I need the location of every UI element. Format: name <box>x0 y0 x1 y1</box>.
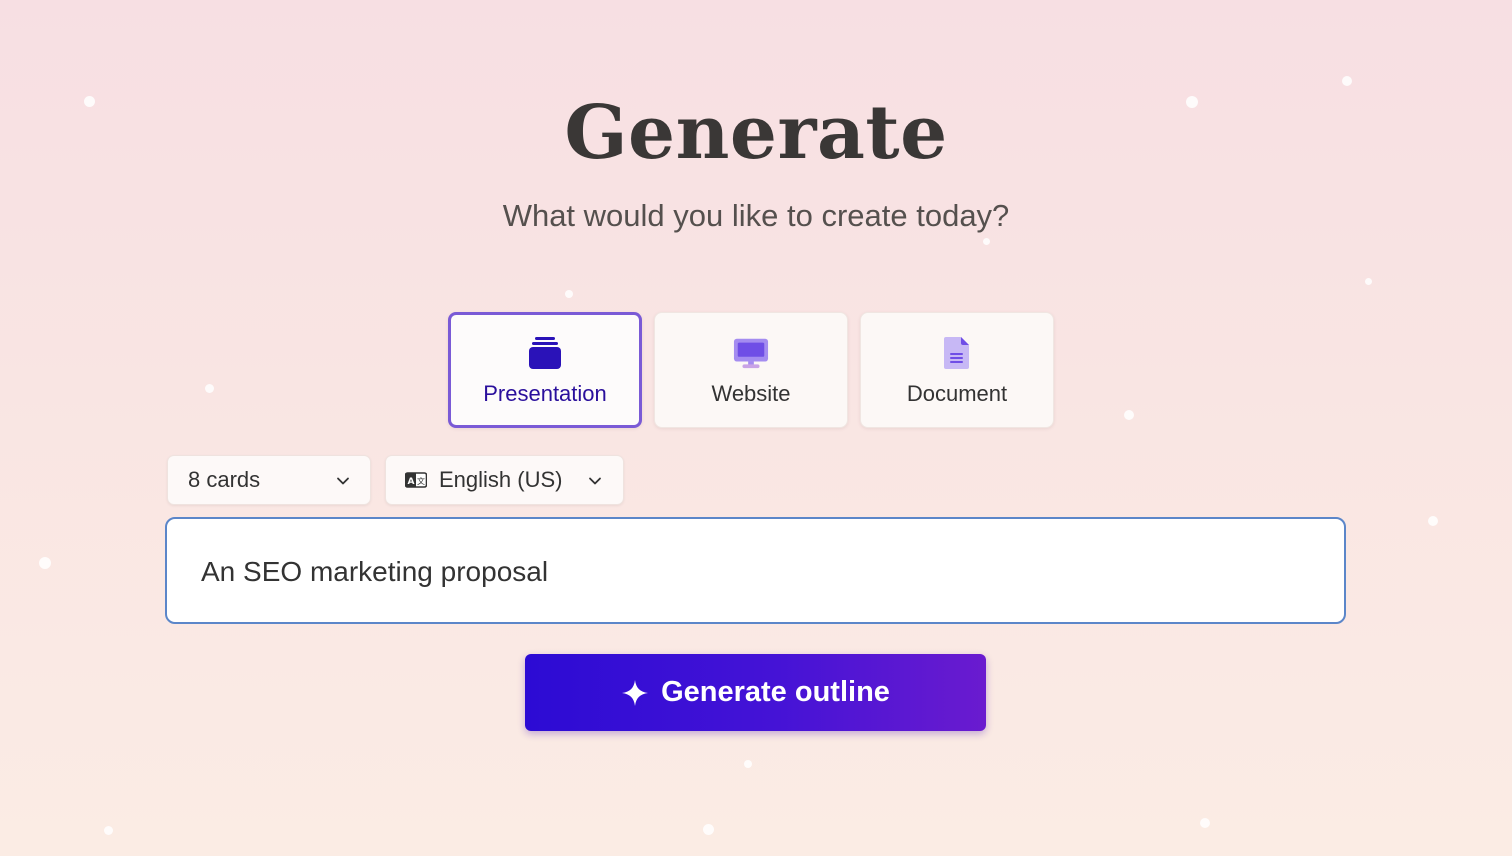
language-icon: A 文 <box>405 472 427 488</box>
background-sparkle <box>1342 76 1352 86</box>
background-sparkle <box>39 557 51 569</box>
document-label: Document <box>906 381 1008 406</box>
sparkle-icon <box>622 679 649 706</box>
card-count-select[interactable]: 8 cards <box>167 455 371 505</box>
background-sparkle <box>1365 278 1372 285</box>
card-count-value: 8 cards <box>188 467 261 492</box>
svg-text:文: 文 <box>417 476 425 486</box>
document-type-card[interactable]: Document <box>860 312 1054 428</box>
prompt-input[interactable] <box>199 547 1303 597</box>
presentation-label: Presentation <box>483 381 607 406</box>
background-sparkle <box>104 826 113 835</box>
background-sparkle <box>744 760 752 768</box>
monitor-icon <box>733 335 769 371</box>
presentation-type-card[interactable]: Presentation <box>448 312 642 428</box>
background-sparkle <box>1428 516 1438 526</box>
prompt-field <box>165 517 1346 624</box>
background-sparkle <box>983 238 990 245</box>
language-select[interactable]: A 文 English (US) <box>385 455 624 505</box>
page-subtitle: What would you like to create today? <box>502 198 1010 233</box>
background-sparkle <box>1200 818 1210 828</box>
content-type-selector: Presentation Website Document <box>448 312 1054 428</box>
page-title: Generate <box>564 90 948 176</box>
svg-text:A: A <box>408 477 415 487</box>
chevron-down-icon <box>589 477 601 485</box>
background-sparkle <box>565 290 573 298</box>
generate-outline-button[interactable]: Generate outline <box>525 654 986 731</box>
background-sparkle <box>205 384 214 393</box>
language-value: English (US) <box>439 467 563 492</box>
background-sparkle <box>1124 410 1134 420</box>
chevron-down-icon <box>337 477 349 485</box>
document-icon <box>939 335 975 371</box>
generate-outline-label: Generate outline <box>661 676 890 708</box>
background-sparkle <box>703 824 714 835</box>
website-type-card[interactable]: Website <box>654 312 848 428</box>
presentation-stack-icon <box>527 335 563 371</box>
website-label: Website <box>711 381 791 406</box>
